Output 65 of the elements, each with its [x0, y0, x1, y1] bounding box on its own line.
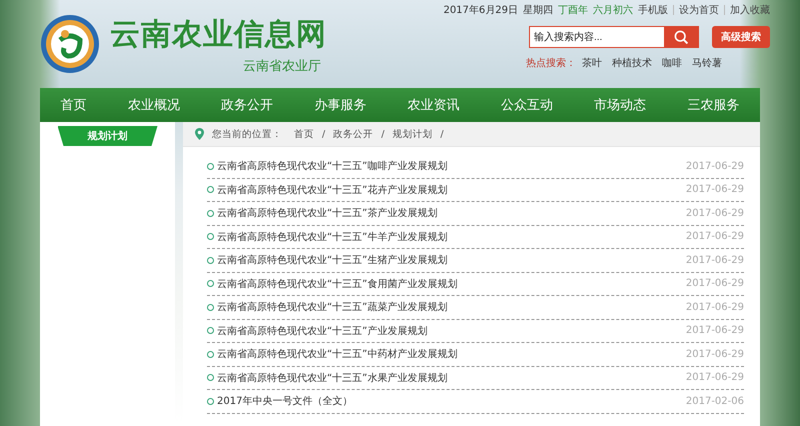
article-link[interactable]: 云南省高原特色现代农业“十三五”生猪产业发展规划: [217, 253, 686, 268]
bullet-icon: [207, 350, 214, 358]
bullet-icon: [207, 256, 214, 264]
bullet-icon: [207, 233, 214, 240]
bullet-icon: [207, 280, 214, 288]
hot-search-link[interactable]: 茶叶: [582, 56, 602, 70]
advanced-search-button[interactable]: 高级搜索: [712, 26, 770, 48]
article-date: 2017-06-29: [686, 325, 744, 336]
lunar-date: 六月初六: [593, 4, 633, 17]
article-date: 2017-06-29: [686, 160, 744, 172]
bullet-icon: [207, 398, 214, 405]
article-link[interactable]: 2017年中央一号文件（全文）: [217, 394, 686, 408]
logo-icon: [40, 14, 100, 74]
lunar-year: 丁酉年: [558, 4, 588, 17]
article-date: 2017-06-29: [686, 372, 744, 384]
nav-item[interactable]: 办事服务: [314, 96, 366, 114]
hot-search-link[interactable]: 马铃薯: [692, 56, 722, 70]
breadcrumb-label: 您当前的位置：: [212, 128, 282, 140]
nav-item[interactable]: 三农服务: [687, 96, 740, 114]
breadcrumb-separator: /: [440, 128, 444, 140]
top-link[interactable]: 加入收藏: [730, 3, 770, 17]
article-date: 2017-06-29: [686, 184, 744, 196]
hot-search-link[interactable]: 咖啡: [662, 56, 682, 70]
article-date: 2017-06-29: [686, 254, 744, 266]
site-subtitle: 云南省农业厅: [243, 58, 321, 74]
date-text: 2017年6月29日: [443, 4, 518, 17]
hot-search-link[interactable]: 种植技术: [612, 56, 652, 70]
top-link[interactable]: 设为首页: [679, 3, 719, 17]
breadcrumb-link[interactable]: 政务公开: [333, 128, 374, 140]
breadcrumb-separator: /: [322, 128, 326, 140]
bullet-icon: [207, 304, 214, 311]
article-link[interactable]: 云南省高原特色现代农业“十三五”花卉产业发展规划: [217, 182, 686, 197]
article-link[interactable]: 云南省高原特色现代农业“十三五”产业发展规划: [217, 324, 686, 338]
article-date: 2017-06-29: [686, 302, 744, 313]
nav-item[interactable]: 市场动态: [594, 96, 646, 114]
article-date: 2017-06-29: [686, 278, 744, 290]
breadcrumb-link[interactable]: 规划计划: [392, 128, 432, 140]
location-pin-icon: [195, 128, 204, 140]
breadcrumb-separator: /: [381, 128, 384, 140]
article-link[interactable]: 云南省高原特色现代农业“十三五”食用菌产业发展规划: [217, 276, 686, 291]
article-date: 2017-06-29: [686, 208, 744, 219]
nav-item[interactable]: 首页: [60, 96, 87, 114]
bullet-icon: [207, 374, 214, 382]
bullet-icon: [207, 210, 214, 217]
nav-item[interactable]: 政务公开: [221, 96, 274, 114]
nav-item[interactable]: 农业概况: [128, 96, 180, 114]
site-title: 云南农业信息网: [110, 16, 327, 54]
article-link[interactable]: 云南省高原特色现代农业“十三五”牛羊产业发展规划: [217, 230, 686, 244]
article-link[interactable]: 云南省高原特色现代农业“十三五”咖啡产业发展规划: [217, 159, 686, 174]
article-link[interactable]: 云南省高原特色现代农业“十三五”中药材产业发展规划: [217, 347, 686, 362]
article-link[interactable]: 云南省高原特色现代农业“十三五”茶产业发展规划: [217, 206, 686, 220]
hot-search-label: 热点搜索：: [526, 56, 576, 70]
bullet-icon: [207, 162, 214, 170]
article-date: 2017-06-29: [686, 231, 744, 242]
bullet-icon: [207, 186, 214, 194]
article-link[interactable]: 云南省高原特色现代农业“十三五”水果产业发展规划: [217, 370, 686, 385]
bullet-icon: [207, 327, 214, 334]
top-link[interactable]: 手机版: [638, 3, 668, 17]
breadcrumb-link[interactable]: 首页: [294, 128, 314, 140]
nav-item[interactable]: 农业资讯: [408, 96, 460, 114]
nav-item[interactable]: 公众互动: [500, 96, 553, 114]
article-link[interactable]: 云南省高原特色现代农业“十三五”蔬菜产业发展规划: [217, 300, 686, 314]
article-date: 2017-02-06: [686, 396, 744, 407]
weekday-text: 星期四: [523, 4, 553, 17]
article-date: 2017-06-29: [686, 348, 744, 360]
